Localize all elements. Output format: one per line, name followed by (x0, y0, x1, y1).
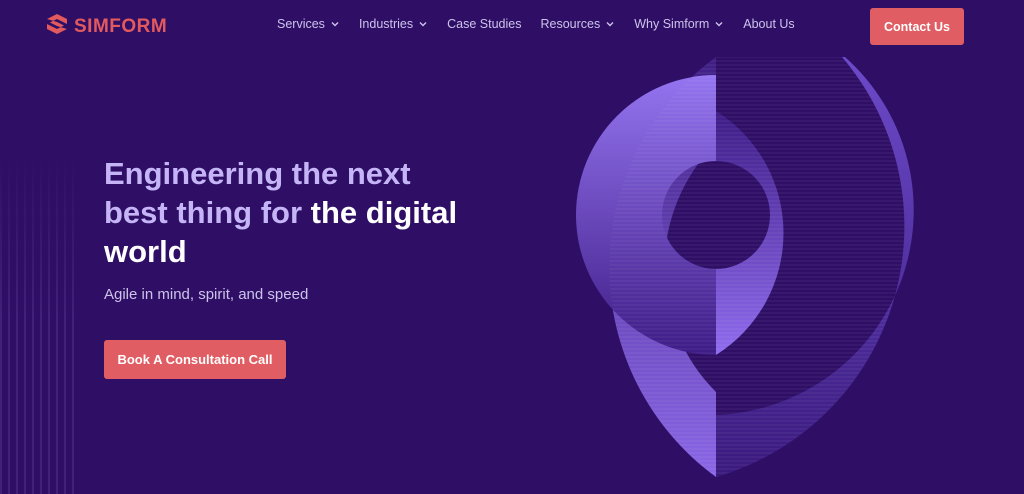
nav-item-label: Case Studies (447, 17, 522, 31)
chevron-down-icon (606, 22, 614, 27)
top-navigation: SIMFORM Services Industries Case Studies… (0, 0, 1024, 52)
outer-ring-right (716, 57, 914, 477)
nav-item-about-us[interactable]: About Us (743, 17, 794, 31)
brand-name: SIMFORM (74, 15, 168, 37)
nav-item-label: Why Simform (634, 17, 710, 31)
nav-item-resources[interactable]: Resources (541, 17, 616, 31)
chevron-down-icon (331, 22, 339, 27)
nav-item-label: About Us (743, 17, 795, 31)
main-menu: Services Industries Case Studies Resourc… (277, 17, 814, 31)
nav-item-label: Industries (358, 17, 414, 31)
chevron-down-icon (715, 22, 723, 27)
book-consultation-button[interactable]: Book A Consultation Call (104, 340, 286, 379)
outer-ring-left (609, 57, 716, 477)
hero-title: Engineering the next best thing for the … (104, 154, 464, 271)
contact-us-button[interactable]: Contact Us (870, 8, 964, 45)
nav-item-case-studies[interactable]: Case Studies (447, 17, 521, 31)
brand-logo[interactable]: SIMFORM (46, 13, 167, 40)
hero-subtitle: Agile in mind, spirit, and speed (104, 286, 309, 303)
stripe-overlay (609, 57, 905, 477)
chevron-down-icon (419, 22, 427, 27)
simform-s-logo-icon (46, 13, 68, 40)
middle-ring-right (716, 111, 784, 355)
nav-item-industries[interactable]: Industries (359, 17, 428, 31)
nav-item-label: Services (277, 17, 325, 31)
nav-item-label: Resources (540, 17, 601, 31)
nav-item-why-simform[interactable]: Why Simform (634, 17, 724, 31)
middle-ring-left (576, 75, 716, 355)
nav-item-services[interactable]: Services (277, 17, 340, 31)
decorative-stripes (0, 150, 80, 494)
